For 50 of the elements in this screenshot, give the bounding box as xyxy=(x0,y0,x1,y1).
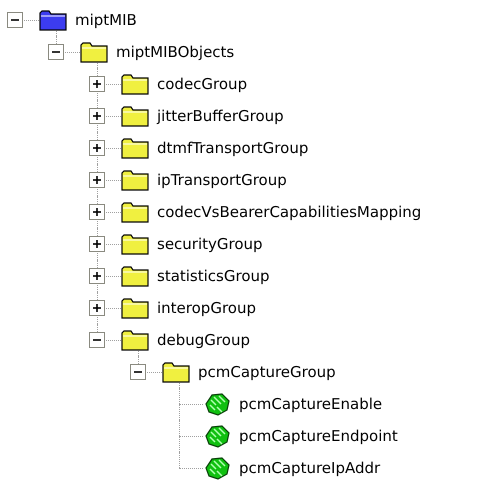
tree-toggle[interactable] xyxy=(7,12,23,28)
plus-icon xyxy=(92,271,102,281)
tree-toggle[interactable] xyxy=(89,300,105,316)
tree-item-label[interactable]: jitterBufferGroup xyxy=(157,104,284,128)
folder-icon xyxy=(121,233,149,255)
tree-item-label[interactable]: codecVsBearerCapabilitiesMapping xyxy=(157,200,422,224)
tree-item-label[interactable]: pcmCaptureGroup xyxy=(198,360,336,384)
tree-item-label[interactable]: miptMIB xyxy=(75,8,137,32)
tree-toggle[interactable] xyxy=(89,268,105,284)
tree-toggle[interactable] xyxy=(48,44,64,60)
tree-item-label[interactable]: debugGroup xyxy=(157,328,250,352)
tree-toggle[interactable] xyxy=(89,108,105,124)
folder-icon xyxy=(121,73,149,95)
folder-icon xyxy=(80,41,108,63)
tree-toggle[interactable] xyxy=(89,76,105,92)
folder-icon xyxy=(121,105,149,127)
tree-item-label[interactable]: pcmCaptureEnable xyxy=(239,392,382,416)
tree-item-label[interactable]: codecGroup xyxy=(157,72,248,96)
tree-toggle[interactable] xyxy=(89,172,105,188)
plus-icon xyxy=(92,143,102,153)
tree-item-label[interactable]: dtmfTransportGroup xyxy=(157,136,308,160)
leaf-node-icon xyxy=(203,456,231,480)
tree-toggle[interactable] xyxy=(89,204,105,220)
folder-icon xyxy=(121,297,149,319)
tree-toggle[interactable] xyxy=(89,236,105,252)
folder-icon xyxy=(121,265,149,287)
folder-icon xyxy=(121,169,149,191)
folder-icon xyxy=(121,329,149,351)
plus-icon xyxy=(92,239,102,249)
tree-item-label[interactable]: pcmCaptureIpAddr xyxy=(239,456,380,480)
folder-icon xyxy=(121,137,149,159)
tree-item-label[interactable]: interopGroup xyxy=(157,296,256,320)
tree-item-label[interactable]: miptMIBObjects xyxy=(116,40,234,64)
tree-toggle[interactable] xyxy=(89,332,105,348)
plus-icon xyxy=(92,79,102,89)
tree-item-label[interactable]: ipTransportGroup xyxy=(157,168,287,192)
tree-item-label[interactable]: pcmCaptureEndpoint xyxy=(239,424,398,448)
plus-icon xyxy=(92,111,102,121)
folder-icon xyxy=(162,361,190,383)
leaf-node-icon xyxy=(203,424,231,448)
plus-icon xyxy=(92,207,102,217)
leaf-node-icon xyxy=(203,392,231,416)
tree-toggle[interactable] xyxy=(130,364,146,380)
tree-item-label[interactable]: statisticsGroup xyxy=(157,264,270,288)
tree-toggle[interactable] xyxy=(89,140,105,156)
plus-icon xyxy=(92,175,102,185)
module-folder-icon xyxy=(39,9,67,31)
plus-icon xyxy=(92,303,102,313)
tree-item-label[interactable]: securityGroup xyxy=(157,232,263,256)
folder-icon xyxy=(121,201,149,223)
